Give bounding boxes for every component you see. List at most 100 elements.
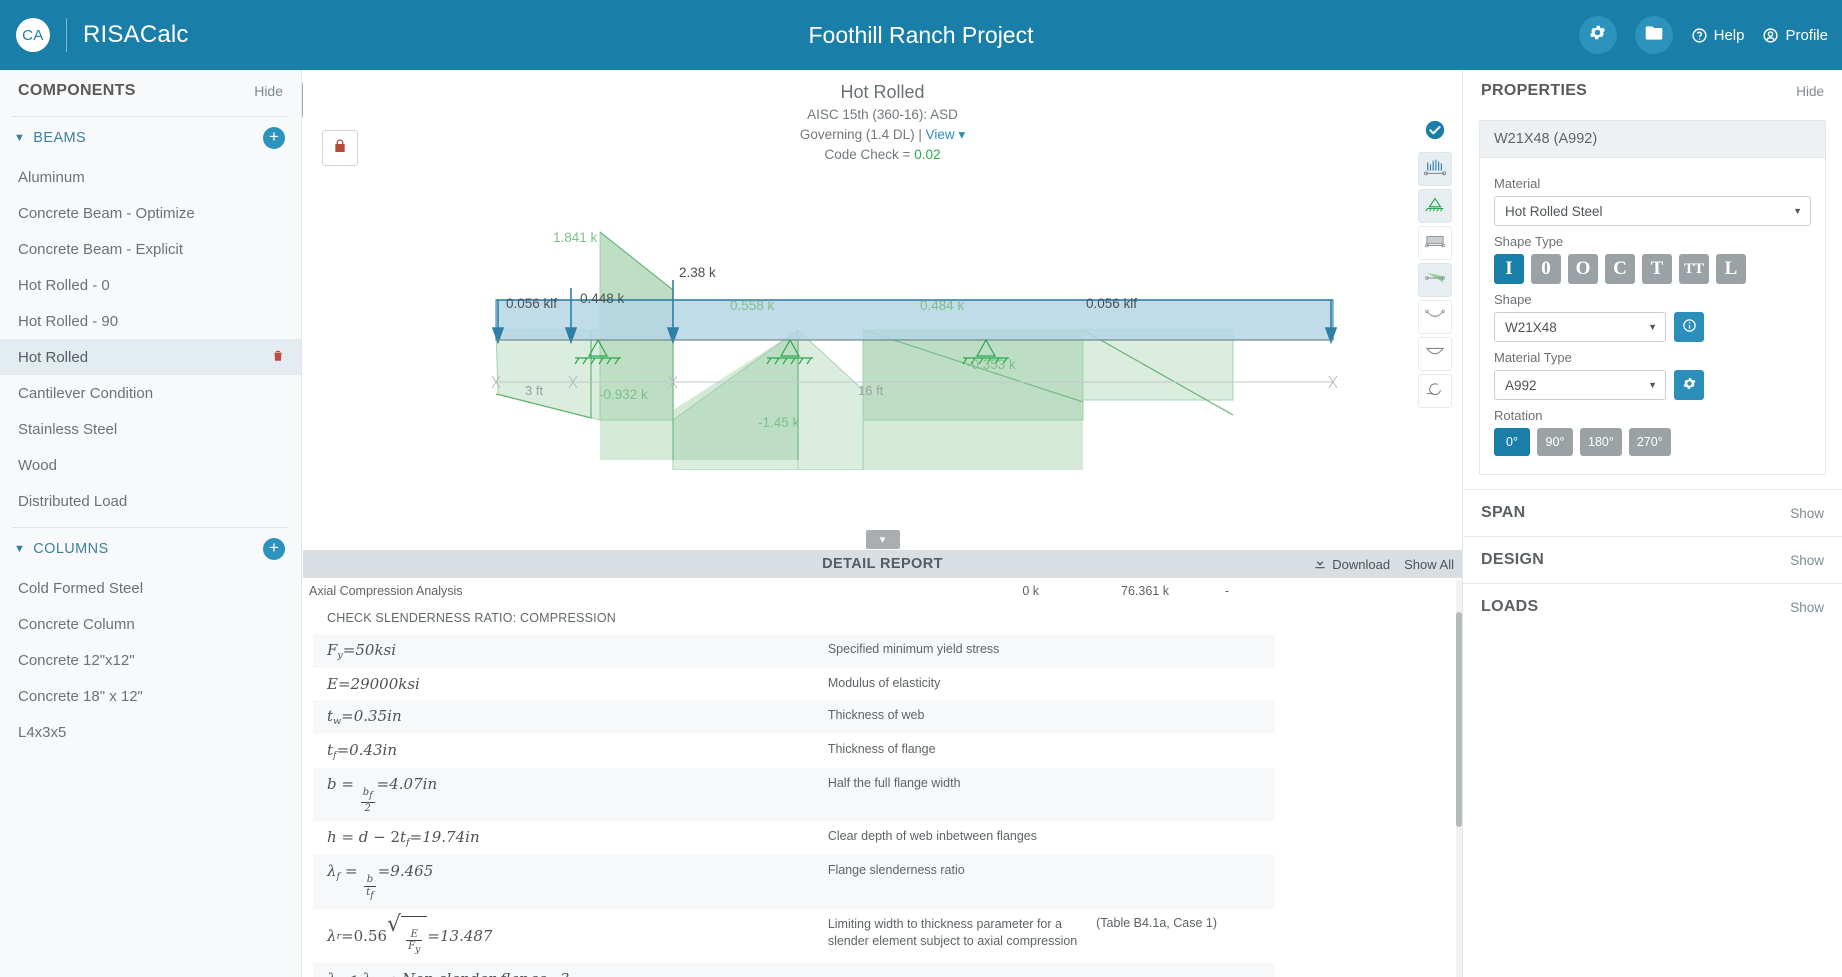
value-lambda-r-coef: 0.56 <box>354 927 387 945</box>
view-link[interactable]: View <box>926 127 955 142</box>
properties-header: PROPERTIES Hide <box>1463 70 1842 106</box>
sidebar-item-concrete-12x12[interactable]: Concrete 12"x12" <box>0 642 301 678</box>
canvas-area: Hot Rolled AISC 15th (360-16): ASD Gover… <box>303 70 1462 977</box>
shape-type-i[interactable]: I <box>1494 254 1524 284</box>
section-design-show[interactable]: Show <box>1790 553 1824 568</box>
sidebar-group-columns[interactable]: ▼ COLUMNS + <box>0 528 301 570</box>
sidebar-item-l4x3x5[interactable]: L4x3x5 <box>0 714 301 750</box>
section-design[interactable]: DESIGN Show <box>1463 536 1842 583</box>
shape-type-angle[interactable]: L <box>1716 254 1746 284</box>
material-type-select[interactable]: A992 ▼ <box>1494 370 1666 400</box>
rotation-0[interactable]: 0° <box>1494 428 1530 456</box>
sidebar-item-label: Hot Rolled <box>18 349 88 366</box>
section-span[interactable]: SPAN Show <box>1463 489 1842 536</box>
sidebar-item-label: Stainless Steel <box>18 421 117 438</box>
chevron-down-icon: ▼ <box>1793 206 1802 216</box>
download-button[interactable]: Download <box>1313 556 1390 573</box>
toolbar-check-button[interactable] <box>1418 115 1452 149</box>
section-loads-show[interactable]: Show <box>1790 600 1824 615</box>
sidebar-item-hot-rolled-90[interactable]: Hot Rolled - 90 <box>0 303 301 339</box>
gear-icon <box>1588 23 1607 47</box>
shape-type-hss[interactable]: 0 <box>1531 254 1561 284</box>
sidebar-item-distributed-load[interactable]: Distributed Load <box>0 483 301 519</box>
files-button[interactable] <box>1635 16 1673 54</box>
chevron-down-icon: ▾ <box>955 127 966 142</box>
material-select[interactable]: Hot Rolled Steel ▼ <box>1494 196 1811 226</box>
unit-h: in <box>465 828 479 846</box>
member-card: W21X48 (A992) Material Hot Rolled Steel … <box>1479 120 1826 475</box>
shear-value-1-label: 0.558 k <box>730 298 775 313</box>
shape-label: Shape <box>1494 292 1811 307</box>
shape-info-button[interactable] <box>1674 312 1704 342</box>
properties-hide-button[interactable]: Hide <box>1796 84 1824 99</box>
value-fy: 50 <box>355 641 374 659</box>
detail-summary-row[interactable]: Axial Compression Analysis 0 k 76.361 k … <box>303 578 1462 604</box>
shape-type-channel[interactable]: C <box>1605 254 1635 284</box>
sidebar-item-wood[interactable]: Wood <box>0 447 301 483</box>
expression: Fy=50ksi <box>327 641 828 661</box>
beam-body <box>496 300 1333 340</box>
sidebar-item-stainless-steel[interactable]: Stainless Steel <box>0 411 301 447</box>
section-loads-label: LOADS <box>1481 598 1539 616</box>
rotation-label: Rotation <box>1494 408 1811 423</box>
report-row-e: E=29000ksi Modulus of elasticity <box>313 668 1275 700</box>
sidebar-item-concrete-18x12[interactable]: Concrete 18" x 12" <box>0 678 301 714</box>
sidebar-group-beams[interactable]: ▼ BEAMS + <box>0 117 301 159</box>
sidebar-item-label: Cold Formed Steel <box>18 580 143 597</box>
sidebar-item-aluminum[interactable]: Aluminum <box>0 159 301 195</box>
brand[interactable]: CA RISACalc <box>0 18 189 52</box>
sidebar-item-hot-rolled[interactable]: Hot Rolled <box>0 339 301 375</box>
udl-left-label: 0.056 klf <box>506 296 557 311</box>
report-row-b: b = bf2=4.07in Half the full flange widt… <box>313 768 1275 821</box>
detail-report: DETAIL REPORT Download Show All Axial Co… <box>303 550 1462 977</box>
material-label: Material <box>1494 176 1811 191</box>
shape-type-pipe[interactable]: O <box>1568 254 1598 284</box>
delete-icon[interactable] <box>271 348 285 366</box>
profile-button[interactable]: Profile <box>1762 27 1828 44</box>
report-row-lambda-f: λf = btf=9.465 Flange slenderness ratio <box>313 855 1275 908</box>
section-loads[interactable]: LOADS Show <box>1463 583 1842 630</box>
add-column-button[interactable]: + <box>263 538 285 560</box>
sidebar-item-cantilever-condition[interactable]: Cantilever Condition <box>0 375 301 411</box>
material-value: Hot Rolled Steel <box>1505 204 1603 219</box>
sidebar-item-label: Distributed Load <box>18 493 127 510</box>
expression: λf = btf=9.465 <box>327 862 828 901</box>
sidebar-item-hot-rolled-0[interactable]: Hot Rolled - 0 <box>0 267 301 303</box>
diagram-code: AISC 15th (360-16): ASD <box>303 106 1462 123</box>
rotation-90[interactable]: 90° <box>1537 428 1573 456</box>
value-e: 29000 <box>351 675 399 693</box>
group-label-columns: COLUMNS <box>33 541 108 557</box>
expression: E=29000ksi <box>327 675 828 693</box>
sidebar-item-label: Hot Rolled - 90 <box>18 313 118 330</box>
components-hide-button[interactable]: Hide <box>254 83 283 99</box>
profile-label: Profile <box>1785 27 1828 44</box>
add-beam-button[interactable]: + <box>263 127 285 149</box>
section-span-show[interactable]: Show <box>1790 506 1824 521</box>
rotation-270[interactable]: 270° <box>1629 428 1671 456</box>
sidebar-item-concrete-column[interactable]: Concrete Column <box>0 606 301 642</box>
components-sidebar: COMPONENTS Hide ▼ BEAMS + Aluminum Concr… <box>0 70 302 977</box>
shape-type-double-tee[interactable]: TT <box>1679 254 1709 284</box>
sidebar-item-concrete-beam-optimize[interactable]: Concrete Beam - Optimize <box>0 195 301 231</box>
show-all-button[interactable]: Show All <box>1404 557 1454 572</box>
sidebar-item-label: Concrete Beam - Optimize <box>18 205 195 222</box>
sidebar-item-label: Concrete 12"x12" <box>18 652 135 669</box>
settings-button[interactable] <box>1579 16 1617 54</box>
topbar-actions: Help Profile <box>1579 0 1828 70</box>
chevron-down-icon: ▼ <box>1648 322 1657 332</box>
lock-button[interactable] <box>322 130 358 166</box>
shape-value: W21X48 <box>1505 320 1557 335</box>
beam-diagram[interactable]: 1.841 k 2.38 k 0.448 k 0.056 klf 0.056 k… <box>303 170 1462 470</box>
dim-2-label: 16 ft <box>858 383 884 398</box>
shape-select[interactable]: W21X48 ▼ <box>1494 312 1666 342</box>
shape-type-tee[interactable]: T <box>1642 254 1672 284</box>
report-row-fy: Fy=50ksi Specified minimum yield stress <box>313 634 1275 668</box>
sidebar-item-concrete-beam-explicit[interactable]: Concrete Beam - Explicit <box>0 231 301 267</box>
sidebar-item-cold-formed-steel[interactable]: Cold Formed Steel <box>0 570 301 606</box>
detail-collapse-button[interactable]: ▾ <box>866 530 900 549</box>
material-settings-button[interactable] <box>1674 370 1704 400</box>
code-check-value: 0.02 <box>914 147 940 162</box>
row-description: Modulus of elasticity <box>828 675 1096 692</box>
rotation-180[interactable]: 180° <box>1580 428 1622 456</box>
help-button[interactable]: Help <box>1691 27 1745 44</box>
